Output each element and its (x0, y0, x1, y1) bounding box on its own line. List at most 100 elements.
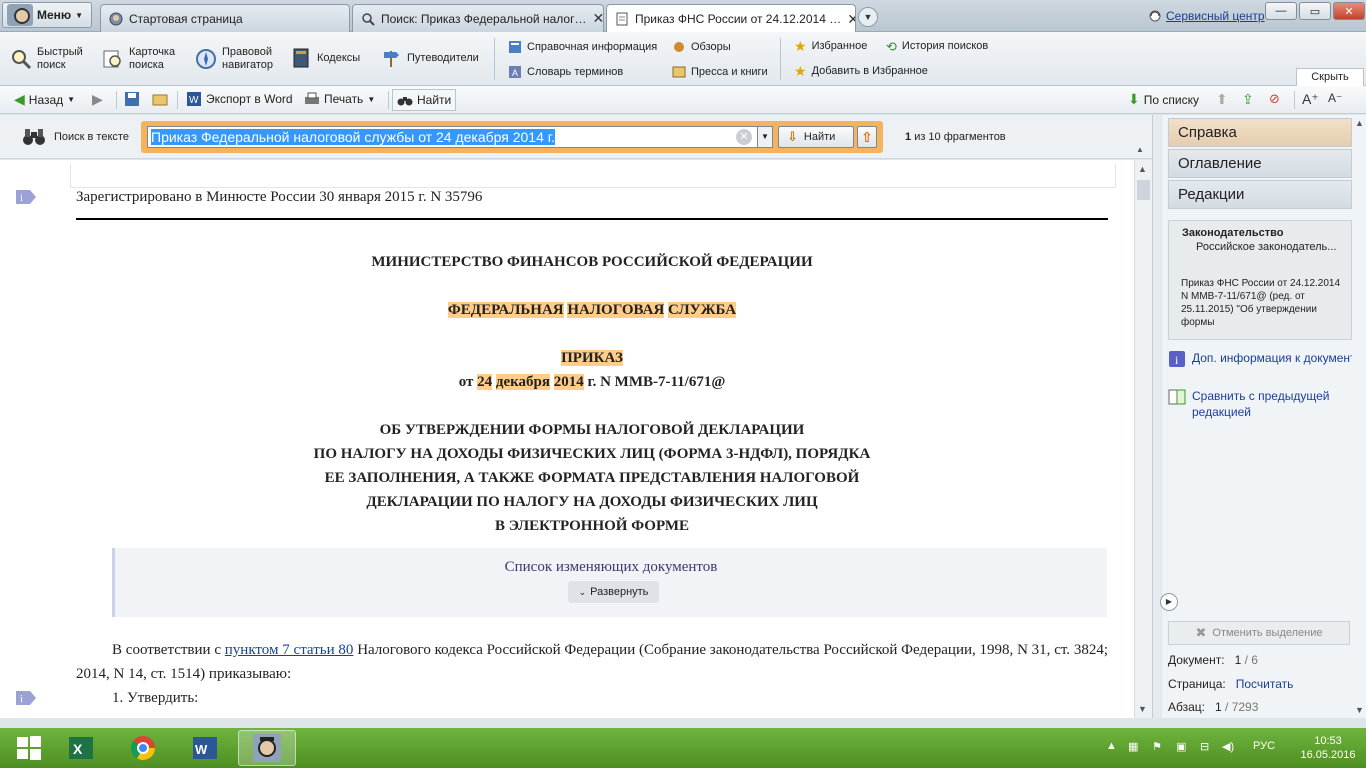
tab-document[interactable]: Приказ ФНС России от 24.12.2014 … ✕ (606, 4, 856, 33)
tab-contents[interactable]: Оглавление (1168, 149, 1352, 178)
tray-flag-icon[interactable]: ⚑ (1152, 740, 1162, 753)
back-button[interactable]: ◀ Назад ▼ (14, 91, 75, 108)
tab-search[interactable]: Поиск: Приказ Федеральной налог… ✕ (352, 4, 604, 32)
chevron-up-icon[interactable]: ▲ (1355, 118, 1364, 128)
toolbar-separator (177, 91, 178, 109)
svg-text:W: W (189, 95, 199, 106)
scrollbar-thumb[interactable] (1137, 180, 1150, 200)
find-button[interactable]: Найти (392, 89, 457, 111)
tab-help[interactable]: Справка (1168, 118, 1352, 147)
info-marker-icon[interactable]: i (16, 190, 36, 204)
print-button[interactable]: Печать ▼ (304, 91, 375, 107)
tray-security-icon[interactable]: ▣ (1176, 740, 1186, 753)
taskbar-consultant[interactable] (238, 730, 296, 766)
taskbar-clock[interactable]: 10:53 16.05.2016 (1296, 734, 1360, 762)
tray-volume-icon[interactable]: ◀) (1222, 740, 1234, 753)
by-list-button[interactable]: ⬇ По списку (1128, 91, 1199, 108)
save-to-folder-button[interactable] (152, 91, 168, 107)
favorites-button[interactable]: ★ Избранное (794, 39, 867, 53)
chevron-down-icon[interactable]: ▼ (1355, 705, 1364, 715)
search-history-dropdown[interactable]: ▼ (757, 126, 773, 148)
arrow-right-icon: ▶ (92, 91, 103, 107)
document-scrollbar[interactable]: ▲ ▼ (1134, 160, 1152, 718)
find-next-button[interactable]: ⇩ Найти (778, 126, 854, 148)
word-icon: W (193, 737, 217, 759)
tab-label: Стартовая страница (129, 11, 243, 26)
chevron-up-icon[interactable]: ▲ (1138, 164, 1147, 174)
highlight-fragment: 24 (477, 374, 493, 390)
codes-button[interactable]: Кодексы (290, 47, 360, 69)
compass-icon (196, 49, 216, 69)
search-card-icon (103, 50, 121, 68)
close-icon[interactable]: ✕ (592, 10, 603, 27)
chevron-up-icon[interactable]: ▲ (1136, 145, 1144, 154)
minimize-button[interactable]: — (1265, 2, 1297, 20)
prev-doc-button[interactable]: ⬆ (1216, 91, 1228, 108)
start-button[interactable] (0, 730, 58, 766)
info-card-heading: Законодательство (1182, 227, 1284, 239)
expand-button[interactable]: ⌄ Развернуть (568, 581, 659, 603)
taskbar-excel[interactable]: X (52, 730, 110, 766)
reference-info-button[interactable]: Справочная информация (508, 40, 657, 54)
tab-start-page[interactable]: Стартовая страница (100, 4, 350, 32)
taskbar-word[interactable]: W (176, 730, 234, 766)
tray-expand-icon[interactable]: ▲ (1106, 740, 1117, 752)
tab-label: Поиск: Приказ Федеральной налог… (381, 11, 587, 26)
export-word-button[interactable]: W Экспорт в Word (186, 91, 293, 107)
tray-network-icon[interactable]: ⊟ (1200, 740, 1209, 753)
service-center-label: Сервисный центр (1166, 9, 1265, 23)
press-books-button[interactable]: Пресса и книги (672, 65, 768, 79)
keyboard-language[interactable]: РУС (1253, 740, 1275, 752)
tab-list-chevron-icon[interactable]: ▼ (858, 7, 878, 27)
service-heading: ФЕДЕРАЛЬНАЯ НАЛОГОВАЯ СЛУЖБА (76, 298, 1108, 322)
close-icon[interactable]: ✕ (847, 11, 855, 28)
clear-icon[interactable]: ✕ (736, 129, 752, 145)
font-decrease-button[interactable]: A⁻ (1328, 91, 1342, 105)
cancel-selection-button[interactable]: ✖ Отменить выделение (1168, 621, 1350, 645)
clear-marks-button[interactable]: ⊘ (1269, 91, 1280, 107)
panel-toggle-chevron-icon[interactable]: ▶ (1160, 593, 1178, 611)
glossary-button[interactable]: A Словарь терминов (508, 65, 623, 79)
collapse-ribbon-button[interactable]: Скрыть (1296, 68, 1364, 86)
chevron-down-icon[interactable]: ▼ (1138, 704, 1147, 714)
printer-icon (305, 92, 319, 104)
compare-editions-link[interactable]: Сравнить с предыдущей редакцией (1168, 388, 1366, 420)
count-pages-link[interactable]: Посчитать (1236, 677, 1294, 691)
search-history-button[interactable]: ⟲ История поисков (886, 40, 988, 53)
close-window-button[interactable]: ✕ (1333, 2, 1365, 20)
article-link[interactable]: пунктом 7 статьи 80 (225, 642, 354, 658)
right-panel-scrollbar[interactable]: ▲ ▼ (1352, 115, 1366, 718)
legal-navigator-button[interactable]: Правовой навигатор (195, 46, 273, 72)
more-info-link[interactable]: i Доп. информация к документу (1168, 350, 1362, 368)
arrow-down-icon: ⬇ (1128, 91, 1140, 107)
fragment-total-text: из 10 фрагментов (914, 131, 1006, 143)
svg-text:X: X (73, 741, 83, 757)
highlight-fragment: ПРИКАЗ (561, 350, 623, 366)
paragraph-current: 1 (1215, 700, 1222, 714)
document-title-line: ДЕКЛАРАЦИИ ПО НАЛОГУ НА ДОХОДЫ ФИЗИЧЕСКИ… (366, 494, 818, 510)
find-previous-button[interactable]: ⇧ (857, 126, 877, 148)
quick-search-button[interactable]: Быстрый поиск (10, 46, 83, 72)
guides-button[interactable]: Путеводители (380, 47, 479, 69)
card-search-button[interactable]: Карточка поиска (102, 46, 175, 72)
save-button[interactable] (124, 91, 140, 107)
font-increase-button[interactable]: A⁺ (1302, 91, 1319, 108)
tab-editions[interactable]: Редакции (1168, 180, 1352, 209)
add-favorites-button[interactable]: ★ Добавить в Избранное (794, 64, 928, 78)
export-button[interactable]: ⇪ (1242, 91, 1254, 108)
reviews-button[interactable]: Обзоры (672, 40, 731, 54)
panel-splitter[interactable] (1152, 115, 1161, 718)
taskbar-chrome[interactable] (114, 730, 172, 766)
press-books-label: Пресса и книги (691, 65, 768, 78)
service-center-link[interactable]: Сервисный центр (1148, 9, 1265, 23)
menu-button[interactable]: Меню ▼ (2, 2, 92, 28)
consultant-logo-icon (253, 734, 281, 762)
preamble-paragraph: В соответствии с пунктом 7 статьи 80 Нал… (76, 638, 1108, 686)
maximize-button[interactable]: ▭ (1299, 2, 1331, 20)
export-word-label: Экспорт в Word (206, 92, 293, 106)
tray-windows-icon[interactable]: ▦ (1128, 740, 1138, 753)
find-label: Найти (417, 93, 452, 107)
forward-button[interactable]: ▶ (92, 91, 103, 108)
info-marker-icon[interactable]: i (16, 691, 36, 705)
search-input[interactable]: Приказ Федеральной налоговой службы от 2… (147, 126, 773, 148)
